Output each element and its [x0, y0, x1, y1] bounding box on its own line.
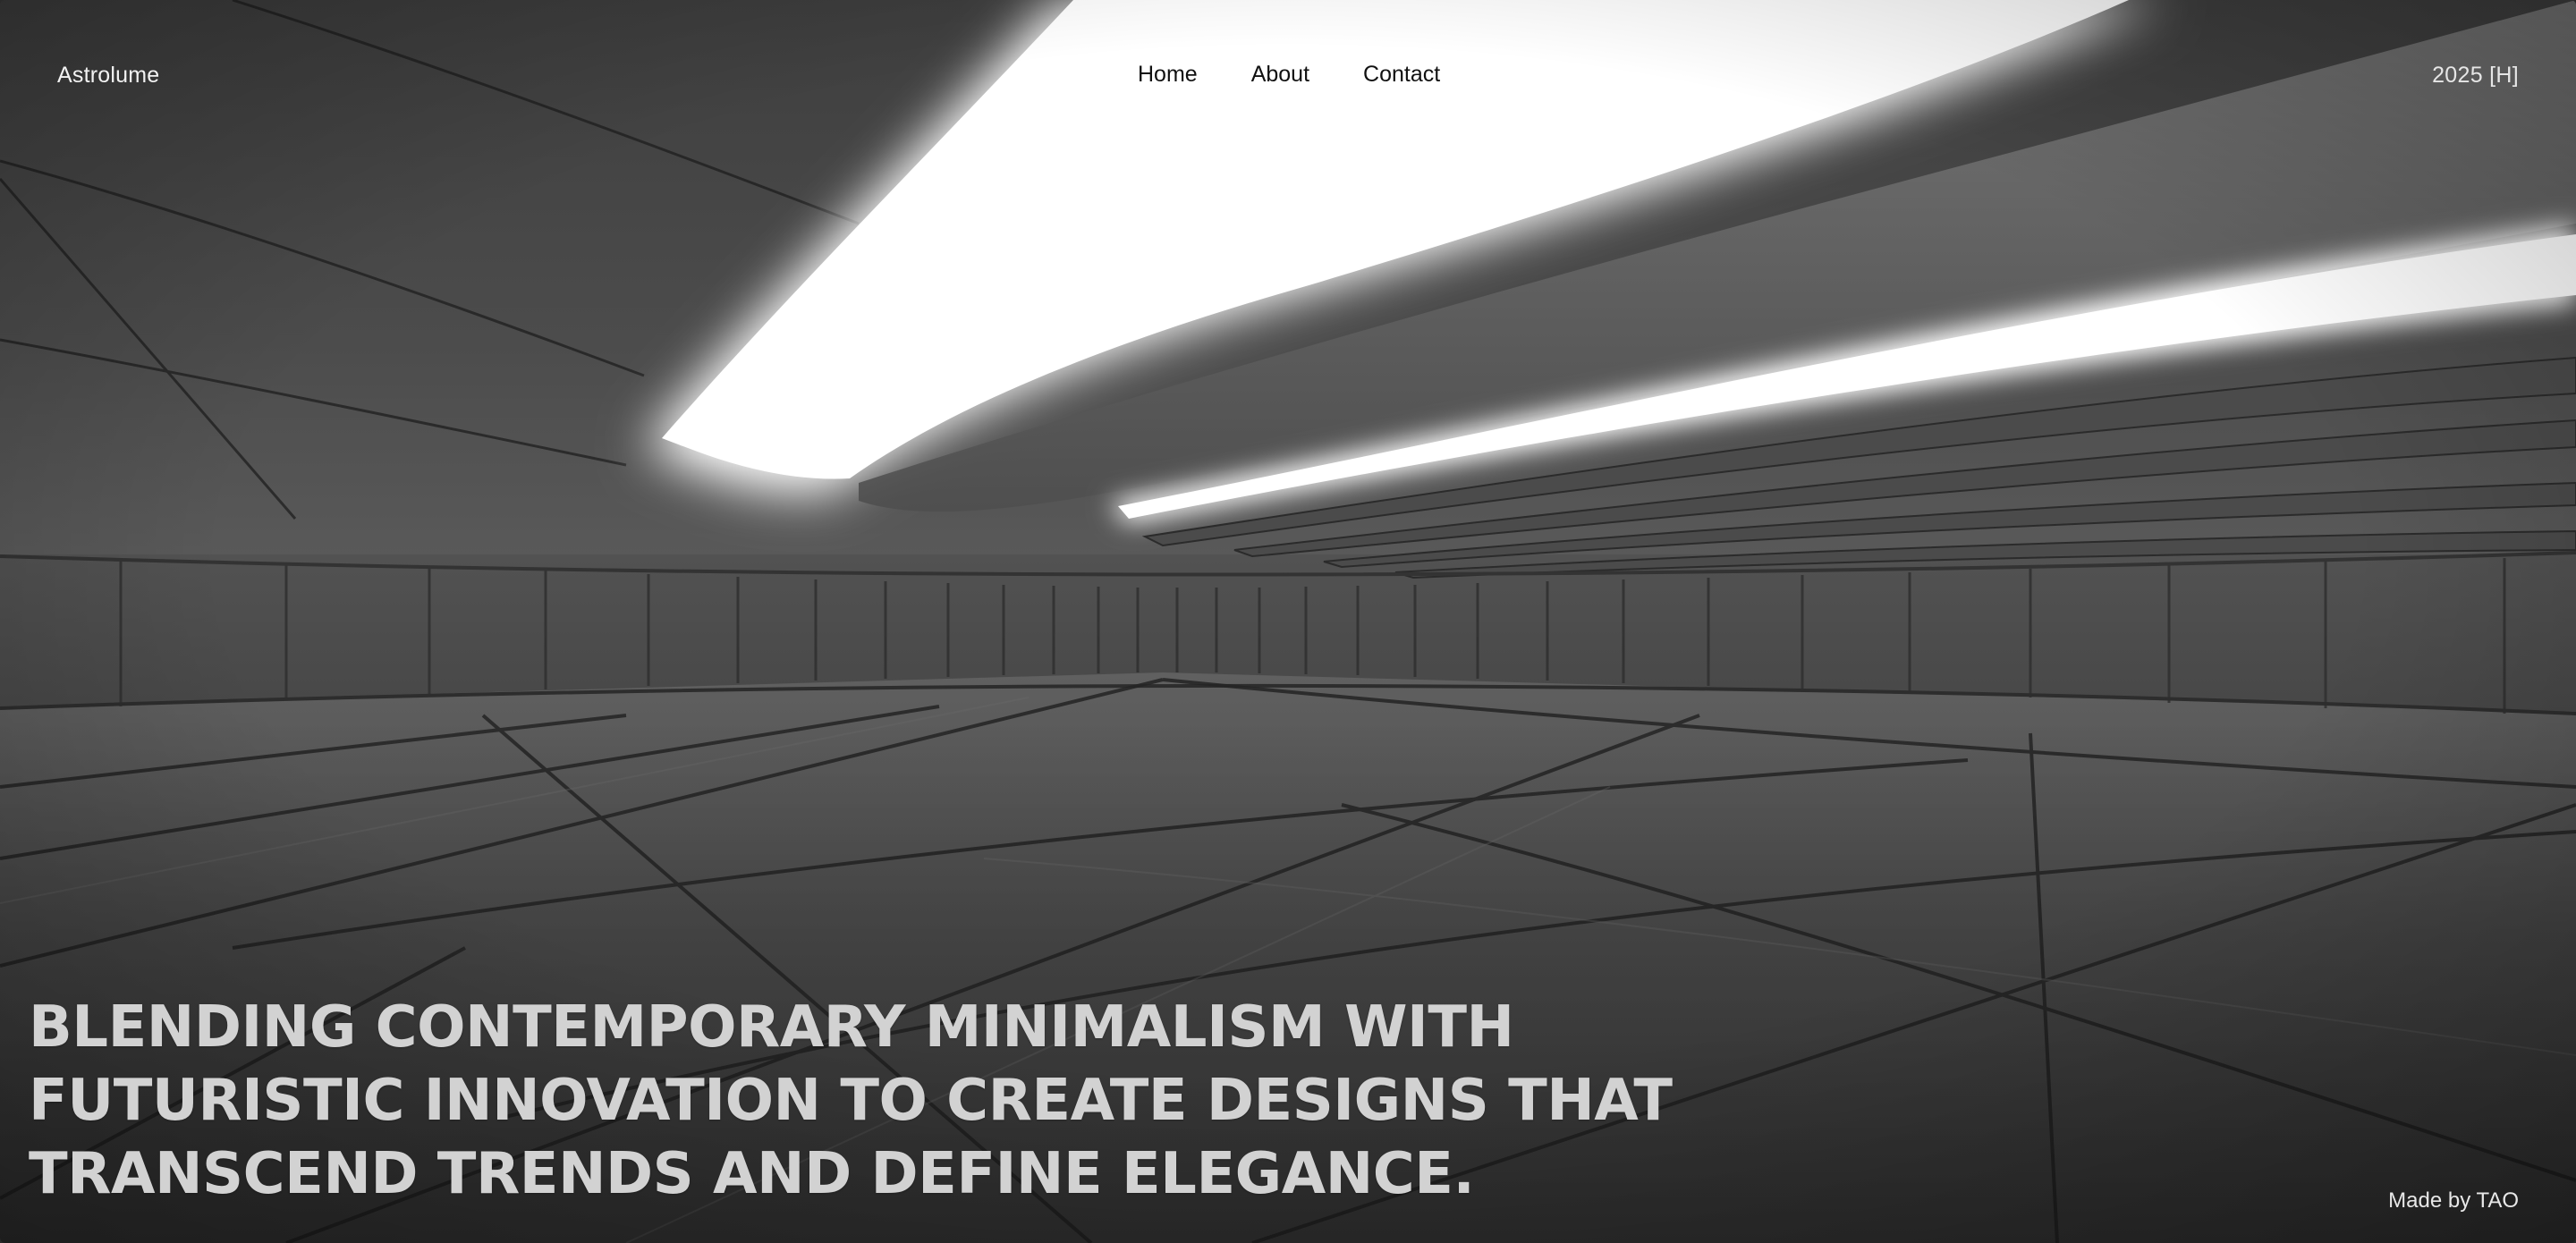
main-nav: Home About Contact — [1138, 62, 1440, 88]
nav-link-home[interactable]: Home — [1138, 62, 1198, 88]
hero-headline-line: BLENDING CONTEMPORARY MINIMALISM WITH — [29, 994, 1514, 1061]
year-label: 2025 [H] — [2432, 63, 2519, 88]
hero-headline-line: FUTURISTIC INNOVATION TO CREATE DESIGNS … — [29, 1068, 1673, 1134]
hero-headline: BLENDING CONTEMPORARY MINIMALISM WITH FU… — [29, 991, 1673, 1211]
top-bar: Astrolume Home About Contact 2025 [H] — [0, 0, 2576, 152]
made-by-credit[interactable]: Made by TAO — [2388, 1188, 2519, 1213]
nav-link-contact[interactable]: Contact — [1363, 62, 1440, 88]
hero-section: Astrolume Home About Contact 2025 [H] BL… — [0, 0, 2576, 1243]
hero-headline-line: TRANSCEND TRENDS AND DEFINE ELEGANCE. — [29, 1141, 1475, 1207]
brand-logo[interactable]: Astrolume — [57, 63, 159, 89]
nav-link-about[interactable]: About — [1251, 62, 1309, 88]
